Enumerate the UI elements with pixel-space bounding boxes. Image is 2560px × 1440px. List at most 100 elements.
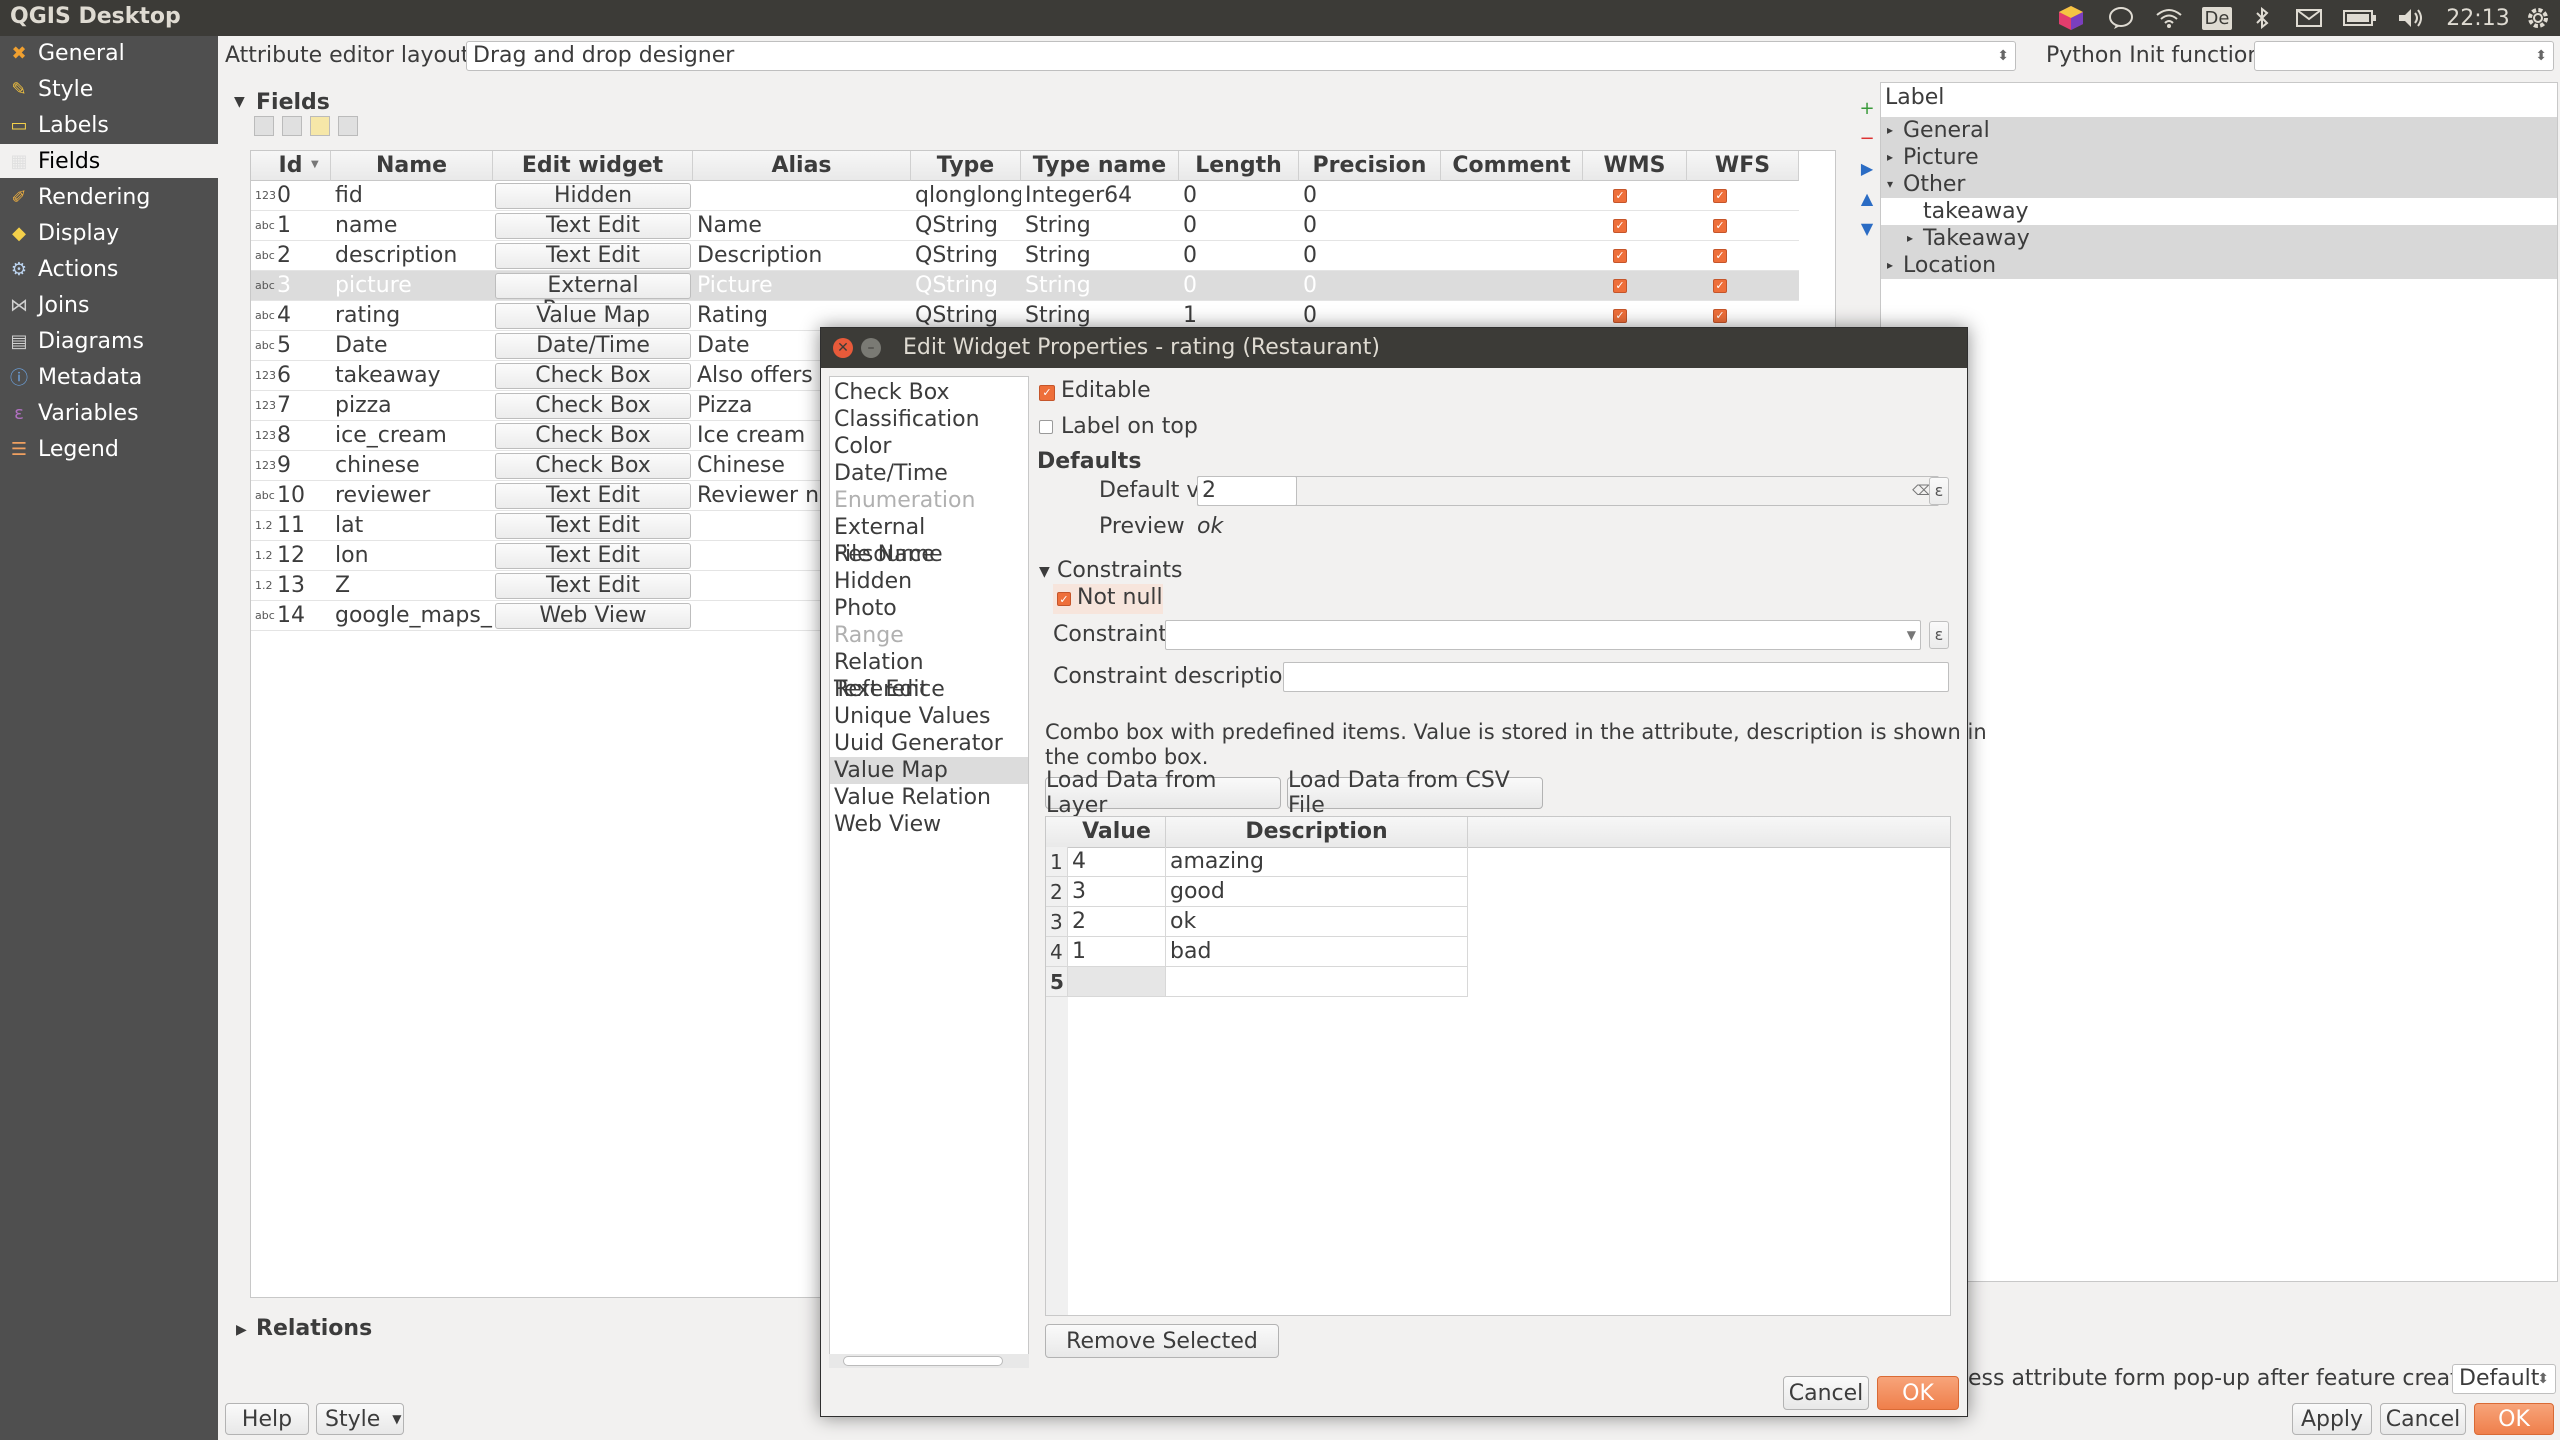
edit-widget-button[interactable]: Text Edit [495,483,691,509]
scrollbar-thumb[interactable] [843,1356,1003,1366]
label-on-top-checkbox[interactable] [1039,420,1053,434]
wfs-checkbox[interactable]: ✓ [1713,279,1727,293]
chat-icon[interactable] [2104,2,2138,34]
help-button[interactable]: Help [225,1403,309,1435]
sidebar-item-joins[interactable]: ⋈ Joins [0,288,218,322]
dialog-ok-button[interactable]: OK [1877,1376,1959,1410]
move-up-icon[interactable]: ▲ [1858,190,1876,208]
wfs-checkbox[interactable]: ✓ [1713,309,1727,323]
column-header-length[interactable]: Length [1179,151,1299,181]
volume-icon[interactable] [2396,2,2426,34]
value-cell[interactable]: 1 [1068,937,1166,967]
sidebar-item-labels[interactable]: ▭ Labels [0,108,218,142]
table-row[interactable]: abc 1 name Text Edit Name QString String 0 0 ✓ ✓ [251,211,1799,241]
edit-widget-button[interactable]: Web View [495,603,691,629]
sidebar-item-rendering[interactable]: ✐ Rendering [0,180,218,214]
layout-combo[interactable]: Drag and drop designer ⬍ [466,41,2016,71]
wfs-checkbox[interactable]: ✓ [1713,219,1727,233]
new-field-icon[interactable] [254,116,274,136]
wms-checkbox[interactable]: ✓ [1613,249,1627,263]
edit-widget-button[interactable]: Check Box [495,423,691,449]
widget-type-check-box[interactable]: Check Box [830,379,1028,406]
widget-type-relation-reference[interactable]: Relation Reference [830,649,1028,702]
battery-icon[interactable] [2342,2,2378,34]
sidebar-item-actions[interactable]: ⚙ Actions [0,252,218,286]
tree-expand-arrow-icon[interactable]: ▸ [1887,117,1893,144]
tree-expand-arrow-icon[interactable]: ▸ [1907,225,1913,252]
edit-widget-button[interactable]: Value Map [495,303,691,329]
tree-item-location[interactable]: ▸ Location [1881,252,2557,279]
value-map-column-description[interactable]: Description [1166,817,1468,847]
remove-icon[interactable]: − [1858,130,1876,148]
gear-icon[interactable] [2522,2,2554,34]
tree-item-other[interactable]: ▾ Other [1881,171,2557,198]
close-icon[interactable]: ✕ [833,338,853,358]
edit-widget-button[interactable]: Hidden [495,183,691,209]
suppress-form-combo[interactable]: Default ⬍ [2452,1364,2556,1394]
clock[interactable]: 22:13 [2446,2,2510,34]
column-header-type-name[interactable]: Type name [1021,151,1179,181]
widget-type-external-resource[interactable]: External Resource [830,514,1028,567]
constraint-description-input[interactable] [1283,662,1949,692]
column-header-comment[interactable]: Comment [1441,151,1583,181]
description-cell[interactable]: bad [1166,937,1468,967]
editable-checkbox[interactable]: ✓ [1039,385,1055,401]
widget-type-value-map[interactable]: Value Map [830,757,1028,784]
edit-widget-button[interactable]: Text Edit [495,513,691,539]
not-null-checkbox[interactable]: ✓ [1057,592,1071,606]
load-data-from-csv-button[interactable]: Load Data from CSV File [1287,768,1543,818]
toggle-edit-icon[interactable] [310,116,330,136]
column-header-type[interactable]: Type [911,151,1021,181]
widget-type-file-name[interactable]: File Name [830,541,1028,568]
sidebar-item-fields[interactable]: ▦ Fields [0,144,218,178]
dialog-cancel-button[interactable]: Cancel [1783,1376,1869,1410]
move-down-icon[interactable]: ▼ [1858,220,1876,238]
tree-item-picture[interactable]: ▸ Picture [1881,144,2557,171]
add-group-icon[interactable]: + [1858,100,1876,118]
mail-icon[interactable] [2294,2,2324,34]
collapse-arrow-icon[interactable]: ▼ [234,94,245,110]
edit-widget-button[interactable]: Check Box [495,453,691,479]
tree-item-takeaway[interactable]: ▸ Takeaway [1881,225,2557,252]
apply-button[interactable]: Apply [2292,1403,2372,1435]
value-cell[interactable] [1068,967,1166,997]
widget-type-date-time[interactable]: Date/Time [830,460,1028,487]
wfs-checkbox[interactable]: ✓ [1713,249,1727,263]
tree-expand-arrow-icon[interactable]: ▾ [1887,171,1893,198]
widget-type-text-edit[interactable]: Text Edit [830,676,1028,703]
widget-type-unique-values[interactable]: Unique Values [830,703,1028,730]
wms-checkbox[interactable]: ✓ [1613,279,1627,293]
wfs-checkbox[interactable]: ✓ [1713,189,1727,203]
sidebar-item-variables[interactable]: ε Variables [0,396,218,430]
sidebar-item-style[interactable]: ✎ Style [0,72,218,106]
column-header-precision[interactable]: Precision [1299,151,1441,181]
value-map-column-value[interactable]: Value [1068,817,1166,847]
bluetooth-icon[interactable] [2250,2,2274,34]
wms-checkbox[interactable]: ✓ [1613,309,1627,323]
column-header-id[interactable]: Id [251,151,331,181]
description-cell[interactable]: good [1166,877,1468,907]
column-header-wms[interactable]: WMS [1583,151,1687,181]
column-header-name[interactable]: Name [331,151,493,181]
default-value-field[interactable]: ⌫ [1197,476,1939,506]
column-header-alias[interactable]: Alias [693,151,911,181]
list-horizontal-scrollbar[interactable] [829,1354,1029,1368]
edit-widget-button[interactable]: External Resource [495,273,691,322]
ok-button[interactable]: OK [2474,1403,2554,1435]
sidebar-item-diagrams[interactable]: ▤ Diagrams [0,324,218,358]
style-menu-button[interactable]: Style ▼ [316,1403,404,1435]
edit-widget-button[interactable]: Date/Time [495,333,691,359]
move-right-icon[interactable]: ▶ [1858,160,1876,178]
widget-type-hidden[interactable]: Hidden [830,568,1028,595]
edit-widget-button[interactable]: Check Box [495,363,691,389]
value-cell[interactable]: 2 [1068,907,1166,937]
edit-widget-button[interactable]: Text Edit [495,213,691,239]
qgis-app-icon[interactable] [2054,2,2088,34]
widget-type-value-relation[interactable]: Value Relation [830,784,1028,811]
value-cell[interactable]: 4 [1068,847,1166,877]
tree-expand-arrow-icon[interactable]: ▸ [1887,252,1893,279]
wms-checkbox[interactable]: ✓ [1613,219,1627,233]
tree-item-takeaway[interactable]: takeaway [1881,198,2557,225]
edit-widget-button[interactable]: Text Edit [495,573,691,599]
sidebar-item-display[interactable]: ◆ Display [0,216,218,250]
